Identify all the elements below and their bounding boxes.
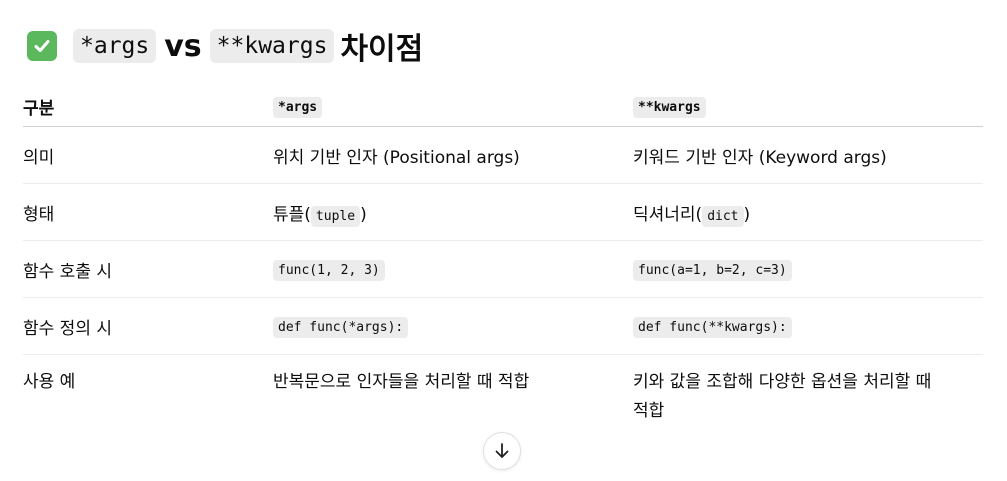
inline-code: dict [702,205,744,227]
cell-text-line2: 적합 [633,401,665,421]
cell-text: 딕셔너리( [633,204,703,225]
cell-args: 위치 기반 인자 (Positional args) [273,126,633,184]
inline-code: def func(**kwargs): [633,317,792,338]
cell-args: func(1, 2, 3) [273,240,633,298]
header-category: 구분 [23,86,273,127]
cell-kwargs: 딕셔너리(dict) [633,183,983,241]
inline-code: def func(*args): [273,317,409,338]
arrow-down-icon [495,443,509,458]
cell-kwargs: 키와 값을 조합해 다양한 옵션을 처리할 때적합 [633,355,983,427]
heading-suffix: 차이점 [340,32,424,67]
cell-text: 튜플( [273,204,311,225]
row-label: 사용 예 [23,372,76,392]
table-row: 사용 예 반복문으로 인자들을 처리할 때 적합 키와 값을 조합해 다양한 옵… [23,355,983,427]
header-args-code: *args [273,97,323,118]
cell-args: def func(*args): [273,297,633,355]
cell-kwargs: func(a=1, b=2, c=3) [633,240,983,298]
page-heading: *args vs **kwargs 차이점 [27,22,423,70]
table-header-row: 구분 *args **kwargs [23,86,983,127]
cell-text: ) [743,204,751,225]
inline-code: func(1, 2, 3) [273,260,385,281]
check-mark-icon [27,31,57,61]
row-label: 함수 정의 시 [23,297,273,355]
cell-text: ) [360,204,367,225]
row-label: 형태 [23,183,273,241]
row-label: 의미 [23,126,273,184]
inline-code: func(a=1, b=2, c=3) [633,260,792,281]
heading-code-args: *args [73,29,157,63]
heading-vs: vs [164,28,202,64]
heading-code-kwargs: **kwargs [209,29,335,63]
cell-kwargs: def func(**kwargs): [633,297,983,355]
table-row: 의미 위치 기반 인자 (Positional args) 키워드 기반 인자 … [23,126,983,184]
header-args: *args [273,86,633,127]
scroll-down-button[interactable] [483,432,521,470]
table-row: 함수 호출 시 func(1, 2, 3) func(a=1, b=2, c=3… [23,240,983,298]
table-row: 함수 정의 시 def func(*args): def func(**kwar… [23,297,983,355]
cell-args: 반복문으로 인자들을 처리할 때 적합 [273,372,530,392]
comparison-table: 구분 *args **kwargs 의미 위치 기반 인자 (Positiona… [23,86,983,426]
table-row: 형태 튜플(tuple) 딕셔너리(dict) [23,183,983,241]
row-label: 함수 호출 시 [23,240,273,298]
cell-text-line1: 키와 값을 조합해 다양한 옵션을 처리할 때 [633,372,932,392]
cell-kwargs: 키워드 기반 인자 (Keyword args) [633,126,983,184]
cell-args: 튜플(tuple) [273,183,633,241]
header-kwargs-code: **kwargs [633,97,706,118]
inline-code: tuple [310,205,361,227]
header-kwargs: **kwargs [633,86,983,127]
